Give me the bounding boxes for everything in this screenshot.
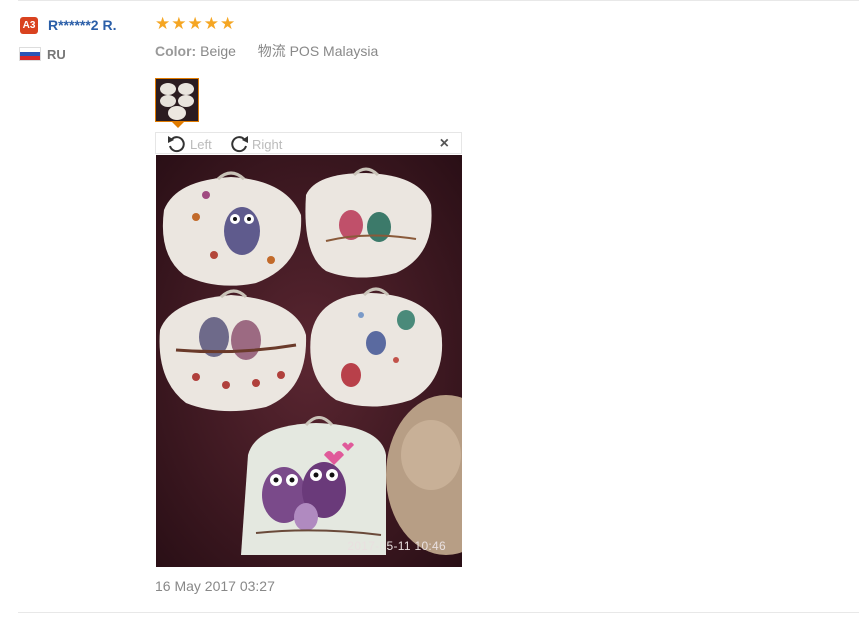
shipping-value: POS Malaysia [289,43,379,59]
rotate-right-label: Right [252,136,283,152]
photo-timestamp: 2017-05-11 10:46 [347,539,446,553]
rotate-right-button[interactable]: Right [228,134,282,154]
star-icon: ★ [203,14,219,33]
reviewer-name[interactable]: R******2 R. [48,17,116,33]
review-photo-thumbnail[interactable] [155,78,199,122]
rotate-left-label: Left [190,136,212,152]
star-icon: ★ [155,14,171,33]
top-divider [18,0,859,1]
rotate-left-button[interactable]: Left [166,134,212,154]
reviewer-country: RU [47,47,66,62]
star-rating: ★ ★ ★ ★ ★ [155,15,235,33]
buyer-level-badge: A3 [20,17,38,34]
rotate-right-icon [231,136,248,153]
shipping-label: 物流 [257,43,286,59]
photo-viewer-toolbar: Left Right × [155,132,462,154]
star-icon: ★ [220,14,236,33]
review-date: 16 May 2017 03:27 [155,578,275,594]
review-photo: 2017-05-11 10:46 [156,155,462,567]
selected-thumbnail-indicator [172,122,184,128]
bottom-divider [18,612,859,613]
close-icon[interactable]: × [440,135,449,153]
star-icon: ★ [187,14,203,33]
russia-flag-icon [19,47,41,61]
color-value: Beige [200,43,236,59]
order-attributes: Color: Beige 物流 POS Malaysia [155,41,378,61]
rotate-left-icon [168,136,185,153]
star-icon: ★ [171,14,187,33]
color-label: Color: [155,43,197,59]
